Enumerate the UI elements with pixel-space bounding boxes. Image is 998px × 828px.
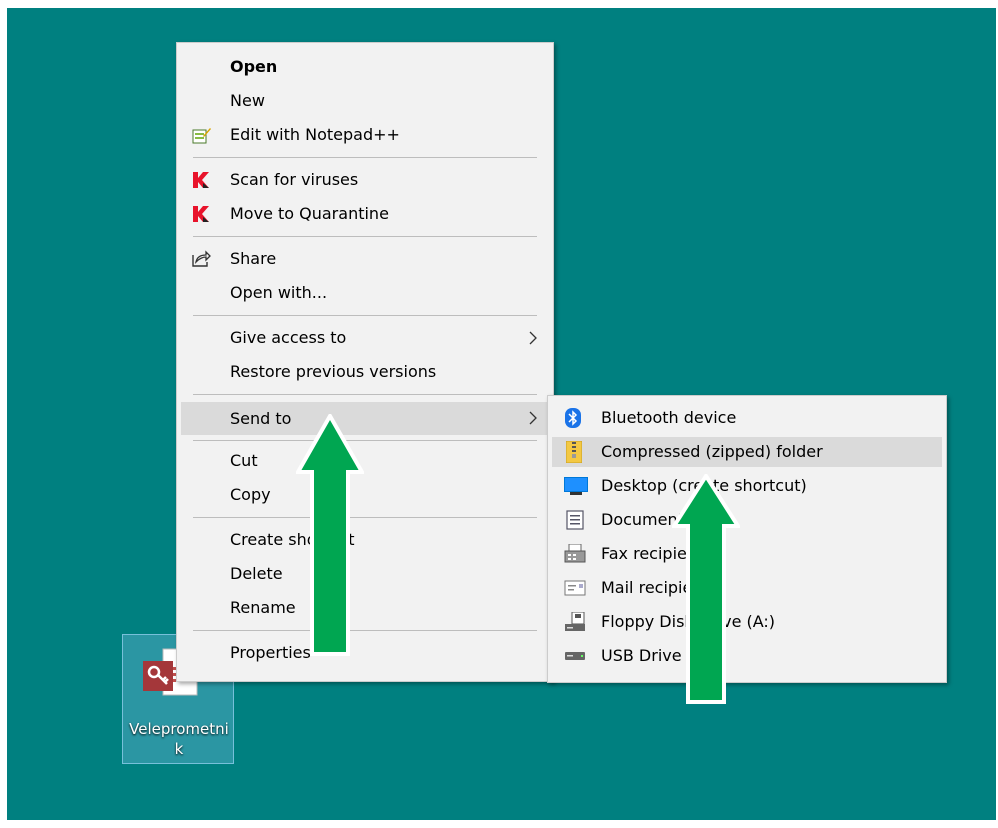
sendto-compressed-folder[interactable]: Compressed (zipped) folder (552, 437, 942, 467)
usb-drive-icon (565, 652, 585, 660)
menu-item-edit-notepad[interactable]: Edit with Notepad++ (181, 120, 549, 150)
menu-item-scan-viruses[interactable]: Scan for viruses (181, 165, 549, 195)
annotation-arrow-up-icon (672, 474, 740, 704)
menu-item-open-with[interactable]: Open with... (181, 278, 549, 308)
menu-separator (193, 157, 537, 158)
menu-item-rename[interactable]: Rename (181, 593, 549, 623)
menu-separator (193, 440, 537, 441)
menu-separator (193, 236, 537, 237)
menu-item-give-access[interactable]: Give access to (181, 323, 549, 353)
menu-item-delete[interactable]: Delete (181, 559, 549, 589)
sendto-bluetooth[interactable]: Bluetooth device (552, 403, 942, 433)
documents-icon (566, 510, 584, 530)
sendto-desktop[interactable]: Desktop (create shortcut) (552, 471, 942, 501)
bluetooth-icon (565, 408, 581, 428)
mail-icon (564, 580, 586, 596)
menu-separator (193, 630, 537, 631)
kaspersky-icon (193, 206, 209, 222)
menu-item-share[interactable]: Share (181, 244, 549, 274)
sendto-mail[interactable]: Mail recipient (552, 573, 942, 603)
menu-item-move-quarantine[interactable]: Move to Quarantine (181, 199, 549, 229)
chevron-right-icon (529, 411, 537, 425)
fax-icon (564, 544, 586, 563)
desktop-file-name: Veleprometnik (129, 720, 229, 758)
sendto-floppy[interactable]: Floppy Disk Drive (A:) (552, 607, 942, 637)
sendto-fax[interactable]: Fax recipient (552, 539, 942, 569)
chevron-right-icon (529, 331, 537, 345)
context-menu: Open New Edit with Notepad++ Scan for vi… (176, 42, 554, 682)
notepad-plus-plus-icon (192, 128, 211, 144)
floppy-drive-icon (565, 612, 585, 631)
zip-folder-icon (566, 441, 582, 463)
annotation-arrow-up-icon (296, 414, 364, 656)
menu-item-cut[interactable]: Cut (181, 446, 549, 476)
menu-separator (193, 517, 537, 518)
menu-item-new[interactable]: New (181, 86, 549, 116)
sendto-usb-drive[interactable]: USB Drive (552, 641, 942, 671)
send-to-submenu: Bluetooth device Compressed (zipped) fol… (547, 395, 947, 683)
menu-separator (193, 315, 537, 316)
menu-item-create-shortcut[interactable]: Create shortcut (181, 525, 549, 555)
menu-item-restore-versions[interactable]: Restore previous versions (181, 357, 549, 387)
desktop-icon (564, 477, 588, 495)
menu-item-send-to[interactable]: Send to (181, 402, 549, 435)
sendto-documents[interactable]: Documents (552, 505, 942, 535)
menu-item-open[interactable]: Open (181, 52, 549, 82)
share-icon (192, 250, 211, 267)
menu-item-copy[interactable]: Copy (181, 480, 549, 510)
menu-item-properties[interactable]: Properties (181, 638, 549, 668)
menu-separator (193, 394, 537, 395)
kaspersky-icon (193, 172, 209, 188)
